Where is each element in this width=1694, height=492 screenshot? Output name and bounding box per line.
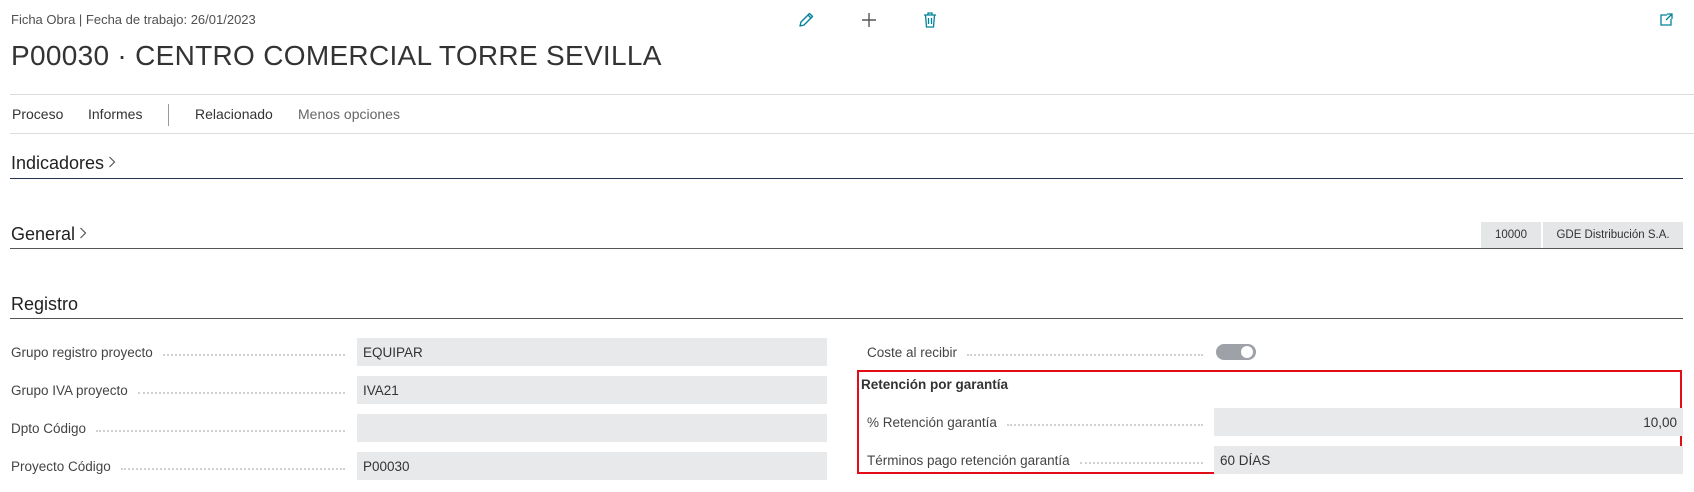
general-summary-code: 10000 bbox=[1481, 222, 1541, 248]
field-label-grupo-registro-proyecto: Grupo registro proyecto bbox=[11, 343, 353, 361]
fasttab-indicadores-divider bbox=[10, 178, 1683, 179]
open-new-window-icon[interactable] bbox=[1656, 10, 1676, 30]
fasttab-general-label: General bbox=[11, 224, 76, 244]
fasttab-indicadores-label: Indicadores bbox=[11, 153, 105, 173]
grupo-iva-proyecto-field[interactable]: IVA21 bbox=[357, 376, 827, 404]
page-title: P00030 · CENTRO COMERCIAL TORRE SEVILLA bbox=[11, 40, 662, 71]
coste-al-recibir-toggle[interactable] bbox=[1216, 344, 1256, 360]
menu-informes[interactable]: Informes bbox=[88, 106, 142, 122]
general-summary-name: GDE Distribución S.A. bbox=[1543, 222, 1683, 248]
menu-menos-opciones[interactable]: Menos opciones bbox=[298, 106, 400, 122]
edit-icon[interactable] bbox=[796, 10, 816, 30]
chevron-right-icon bbox=[108, 153, 116, 174]
fasttab-registro-label: Registro bbox=[11, 294, 79, 314]
delete-icon[interactable] bbox=[920, 10, 940, 30]
field-label-porcentaje-retencion: % Retención garantía bbox=[867, 413, 1211, 431]
retencion-group-title: Retención por garantía bbox=[861, 377, 1009, 392]
field-label-proyecto-codigo: Proyecto Código bbox=[11, 457, 353, 475]
grupo-registro-proyecto-field[interactable]: EQUIPAR bbox=[357, 338, 827, 366]
fasttab-registro[interactable]: Registro bbox=[11, 294, 78, 315]
menu-proceso[interactable]: Proceso bbox=[12, 106, 63, 122]
dpto-codigo-field[interactable] bbox=[357, 414, 827, 442]
menu-divider bbox=[10, 133, 1694, 134]
fasttab-indicadores[interactable]: Indicadores bbox=[11, 153, 116, 174]
fasttab-general[interactable]: General bbox=[11, 224, 87, 245]
toggle-knob bbox=[1241, 346, 1253, 358]
field-label-grupo-iva-proyecto: Grupo IVA proyecto bbox=[11, 381, 353, 399]
header-divider bbox=[10, 94, 1694, 95]
fasttab-general-divider bbox=[10, 248, 1683, 249]
porcentaje-retencion-field[interactable]: 10,00 bbox=[1214, 408, 1683, 436]
field-label-terminos-pago-retencion: Términos pago retención garantía bbox=[867, 451, 1211, 469]
terminos-pago-retencion-field[interactable]: 60 DÍAS bbox=[1214, 446, 1683, 474]
new-icon[interactable] bbox=[859, 10, 879, 30]
proyecto-codigo-field[interactable]: P00030 bbox=[357, 452, 827, 480]
menu-separator bbox=[168, 104, 169, 126]
page-caption: Ficha Obra | Fecha de trabajo: 26/01/202… bbox=[11, 12, 256, 27]
menu-relacionado[interactable]: Relacionado bbox=[195, 106, 273, 122]
field-label-dpto-codigo: Dpto Código bbox=[11, 419, 353, 437]
chevron-right-icon bbox=[79, 224, 87, 245]
fasttab-registro-divider bbox=[10, 318, 1683, 319]
field-label-coste-al-recibir: Coste al recibir bbox=[867, 343, 1211, 361]
